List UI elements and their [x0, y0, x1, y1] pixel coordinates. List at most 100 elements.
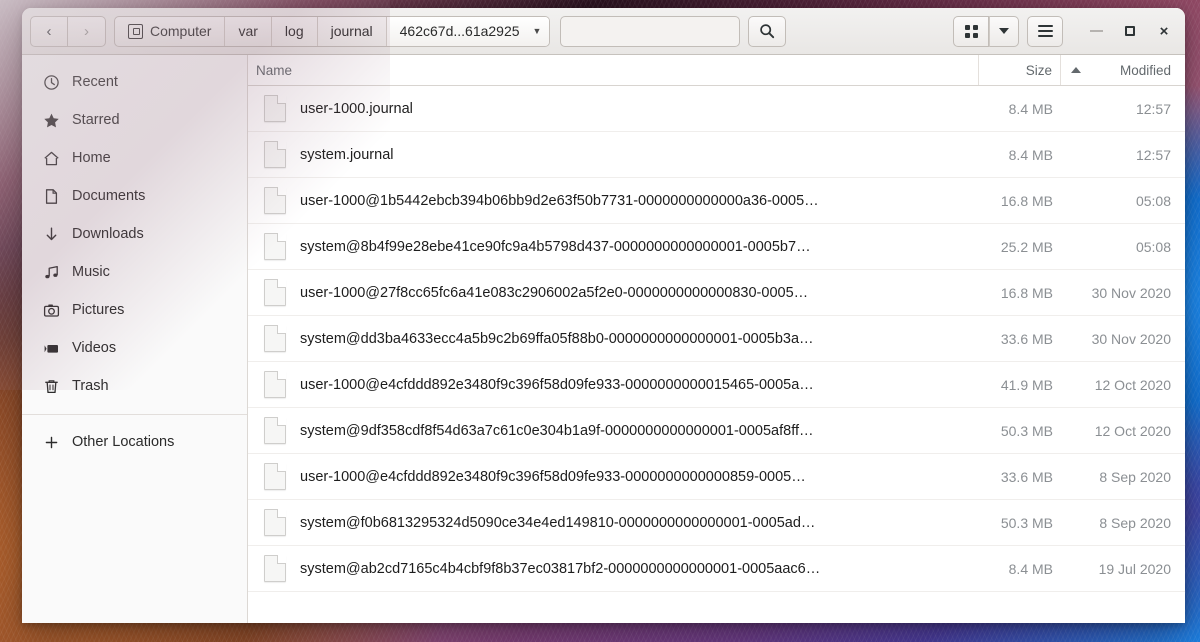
sidebar-item-pictures[interactable]: Pictures	[28, 291, 241, 329]
sidebar-item-label: Videos	[72, 340, 117, 356]
sidebar-item-starred[interactable]: Starred	[28, 101, 241, 139]
back-button[interactable]: ‹	[30, 15, 68, 47]
trash-icon	[42, 377, 60, 395]
breadcrumb-label: log	[284, 23, 304, 39]
file-size-cell: 50.3 MB	[1000, 514, 1053, 531]
file-icon	[264, 371, 286, 398]
sidebar-item-downloads[interactable]: Downloads	[28, 215, 241, 253]
close-icon: ×	[1159, 22, 1169, 40]
column-header-name[interactable]: Name	[248, 55, 979, 85]
file-name-cell: system@9df358cdf8f54d63a7c61c0e304b1a9f-…	[248, 417, 979, 444]
window-headerbar: ‹ › Computer var log journal 462c67d...6…	[22, 8, 1185, 55]
file-modified-cell: 05:08	[1135, 192, 1171, 209]
file-icon	[264, 187, 286, 214]
file-size-cell: 41.9 MB	[1000, 376, 1053, 393]
music-note-icon	[42, 263, 60, 281]
close-button[interactable]: ×	[1149, 16, 1179, 46]
file-list-area: Name Size Modified user-1000.journal 8.4 …	[248, 55, 1185, 623]
file-modified-cell: 12 Oct 2020	[1094, 376, 1171, 393]
breadcrumb-label: var	[238, 23, 258, 39]
file-modified-cell: 8 Sep 2020	[1099, 514, 1171, 531]
file-modified-cell: 12:57	[1135, 146, 1171, 163]
breadcrumb-item-current[interactable]: 462c67d...61a2925 ▼	[386, 16, 550, 46]
table-row[interactable]: system.journal 8.4 MB 12:57	[248, 132, 1185, 178]
search-button[interactable]	[748, 15, 787, 47]
table-row[interactable]: system@8b4f99e28ebe41ce90fc9a4b5798d437-…	[248, 224, 1185, 270]
main-menu-button[interactable]	[1027, 15, 1063, 47]
file-icon	[264, 463, 286, 490]
home-icon	[42, 149, 60, 167]
breadcrumb-item-journal[interactable]: journal	[318, 16, 387, 46]
forward-button[interactable]: ›	[68, 15, 106, 47]
file-size-cell: 16.8 MB	[1000, 192, 1053, 209]
sidebar-item-home[interactable]: Home	[28, 139, 241, 177]
grid-view-button[interactable]	[953, 15, 989, 47]
file-icon	[264, 325, 286, 352]
sidebar-item-label: Recent	[72, 74, 118, 90]
table-row[interactable]: user-1000@e4cfddd892e3480f9c396f58d09fe9…	[248, 362, 1185, 408]
sidebar-item-documents[interactable]: Documents	[28, 177, 241, 215]
column-header-label: Size	[1025, 62, 1052, 78]
file-name-cell: system.journal	[248, 141, 979, 168]
column-header-size[interactable]: Size	[979, 55, 1061, 85]
breadcrumb-label: Computer	[150, 23, 212, 39]
file-size-cell: 8.4 MB	[1008, 560, 1053, 577]
file-modified-cell: 30 Nov 2020	[1091, 330, 1171, 347]
file-size-cell: 8.4 MB	[1008, 146, 1053, 163]
file-icon	[264, 141, 286, 168]
grid-view-icon	[964, 24, 978, 38]
sidebar-item-label: Music	[72, 264, 110, 280]
sidebar-item-other-locations[interactable]: Other Locations	[28, 423, 241, 461]
file-name-cell: system@dd3ba4633ecc4a5b9c2b69ffa05f88b0-…	[248, 325, 979, 352]
file-icon	[264, 509, 286, 536]
desktop-background: ‹ › Computer var log journal 462c67d...6…	[0, 0, 1200, 642]
sidebar-item-trash[interactable]: Trash	[28, 367, 241, 405]
file-name-cell: user-1000@1b5442ebcb394b06bb9d2e63f50b77…	[248, 187, 979, 214]
file-name-cell: system@8b4f99e28ebe41ce90fc9a4b5798d437-…	[248, 233, 979, 260]
column-headers: Name Size Modified	[248, 55, 1185, 86]
sidebar-item-label: Trash	[72, 378, 109, 394]
search-input[interactable]	[560, 15, 741, 47]
computer-icon	[128, 23, 143, 39]
file-name-cell: user-1000@e4cfddd892e3480f9c396f58d09fe9…	[248, 463, 979, 490]
file-modified-cell: 19 Jul 2020	[1098, 560, 1171, 577]
table-row[interactable]: system@dd3ba4633ecc4a5b9c2b69ffa05f88b0-…	[248, 316, 1185, 362]
plus-icon	[42, 433, 60, 451]
file-name-label: user-1000@1b5442ebcb394b06bb9d2e63f50b77…	[300, 192, 819, 209]
sidebar-item-videos[interactable]: Videos	[28, 329, 241, 367]
minimize-button[interactable]	[1081, 16, 1111, 46]
sidebar-item-music[interactable]: Music	[28, 253, 241, 291]
view-options-dropdown-button[interactable]	[989, 15, 1019, 47]
sidebar-divider	[22, 414, 247, 415]
file-name-label: system@f0b6813295324d5090ce34e4ed149810-…	[300, 514, 816, 531]
sidebar-item-label: Other Locations	[72, 434, 175, 450]
file-name-label: system.journal	[300, 146, 394, 163]
table-row[interactable]: user-1000@1b5442ebcb394b06bb9d2e63f50b77…	[248, 178, 1185, 224]
file-icon	[264, 233, 286, 260]
file-icon	[264, 555, 286, 582]
file-name-label: user-1000.journal	[300, 100, 413, 117]
maximize-button[interactable]	[1115, 16, 1145, 46]
sort-ascending-icon	[1071, 67, 1081, 73]
files-window: ‹ › Computer var log journal 462c67d...6…	[22, 8, 1185, 623]
table-row[interactable]: user-1000.journal 8.4 MB 12:57	[248, 86, 1185, 132]
file-name-cell: user-1000@27f8cc65fc6a41e083c2906002a5f2…	[248, 279, 979, 306]
breadcrumb-item-var[interactable]: var	[225, 16, 272, 46]
breadcrumb-item-log[interactable]: log	[272, 16, 318, 46]
file-name-cell: user-1000@e4cfddd892e3480f9c396f58d09fe9…	[248, 371, 979, 398]
column-header-modified[interactable]: Modified	[1061, 55, 1185, 85]
sidebar-item-recent[interactable]: Recent	[28, 63, 241, 101]
breadcrumb-label: journal	[330, 23, 373, 39]
table-row[interactable]: system@9df358cdf8f54d63a7c61c0e304b1a9f-…	[248, 408, 1185, 454]
table-row[interactable]: user-1000@27f8cc65fc6a41e083c2906002a5f2…	[248, 270, 1185, 316]
breadcrumb-item-computer[interactable]: Computer	[115, 16, 226, 46]
breadcrumb: Computer var log journal 462c67d...61a29…	[114, 15, 551, 47]
sidebar-item-label: Starred	[72, 112, 120, 128]
file-name-label: system@8b4f99e28ebe41ce90fc9a4b5798d437-…	[300, 238, 811, 255]
table-row[interactable]: system@ab2cd7165c4b4cbf9f8b37ec03817bf2-…	[248, 546, 1185, 592]
table-row[interactable]: system@f0b6813295324d5090ce34e4ed149810-…	[248, 500, 1185, 546]
file-name-cell: user-1000.journal	[248, 95, 979, 122]
file-size-cell: 8.4 MB	[1008, 100, 1053, 117]
table-row[interactable]: user-1000@e4cfddd892e3480f9c396f58d09fe9…	[248, 454, 1185, 500]
camera-icon	[42, 301, 60, 319]
